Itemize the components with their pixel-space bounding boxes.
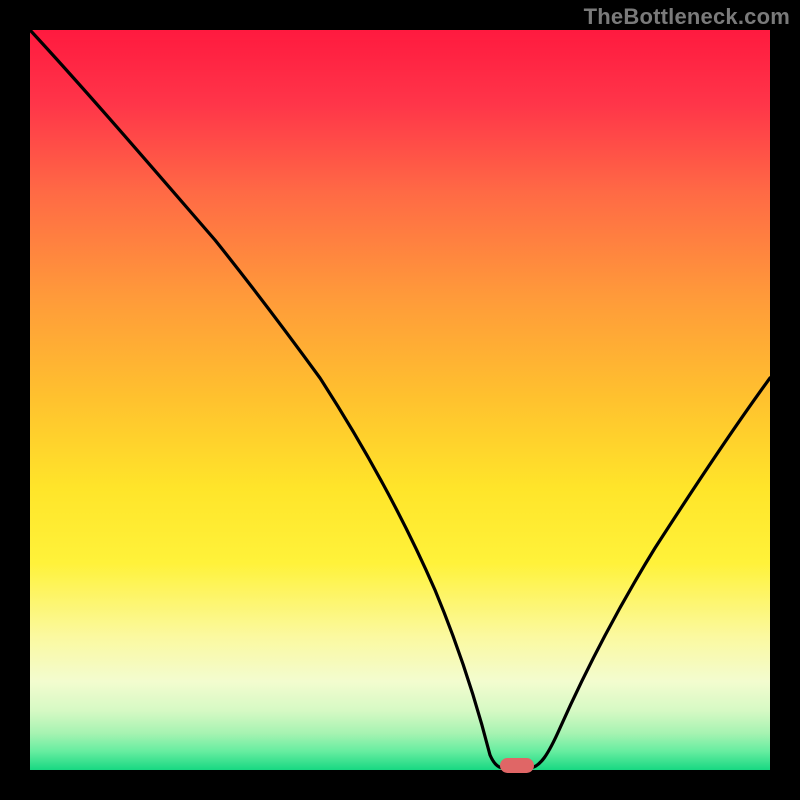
- chart-frame: TheBottleneck.com: [0, 0, 800, 800]
- minimum-marker: [500, 758, 534, 773]
- plot-background: [30, 30, 770, 770]
- bottleneck-chart: [0, 0, 800, 800]
- watermark-text: TheBottleneck.com: [584, 4, 790, 30]
